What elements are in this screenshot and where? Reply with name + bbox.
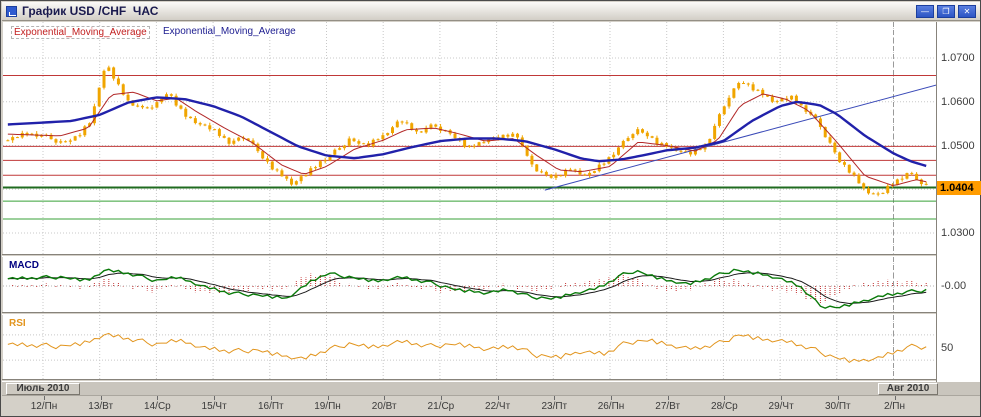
current-price-badge: 1.0404 [937, 181, 981, 195]
date-axis-tick [157, 396, 158, 400]
price-axis-label: 1.0500 [941, 140, 975, 152]
date-axis-tick [328, 396, 329, 400]
month-strip: Июль 2010 Авг 2010 [2, 382, 980, 396]
date-axis-tick [554, 396, 555, 400]
restore-button[interactable]: ❐ [937, 5, 955, 18]
date-axis-tick [384, 396, 385, 400]
date-axis-tick [838, 396, 839, 400]
date-axis-label: 21/Ср [417, 401, 465, 412]
date-axis-tick [781, 396, 782, 400]
date-axis-label: 20/Вт [360, 401, 408, 412]
indicator-label-ema-red: Exponential_Moving_Average [11, 26, 150, 39]
date-axis-tick [441, 396, 442, 400]
date-axis-label: 30/Пт [814, 401, 862, 412]
date-axis-label: 15/Чт [190, 401, 238, 412]
date-axis-tick [101, 396, 102, 400]
date-axis[interactable]: 12/Пн 13/Вт 14/Ср 15/Чт 16/Пт 19/Пн 20/Вт 21/Ср… [2, 396, 980, 416]
close-button[interactable]: ✕ [958, 5, 976, 18]
date-axis-tick [895, 396, 896, 400]
date-axis-label: 27/Вт [644, 401, 692, 412]
date-axis-label: 28/Ср [700, 401, 748, 412]
price-axis-label: 1.0600 [941, 96, 975, 108]
date-axis-label: 14/Ср [133, 401, 181, 412]
rsi-panel-label: RSI [9, 318, 26, 329]
date-axis-tick [611, 396, 612, 400]
date-axis-label: 29/Чт [757, 401, 805, 412]
date-axis-tick [214, 396, 215, 400]
rsi-axis-value: 50 [941, 342, 953, 354]
date-axis-label: 12/Пн [20, 401, 68, 412]
window-controls: —❐✕ [916, 5, 976, 18]
date-axis-label: 13/Вт [77, 401, 125, 412]
date-axis-tick [44, 396, 45, 400]
date-axis-tick [271, 396, 272, 400]
month-marker-august: Авг 2010 [878, 383, 938, 395]
date-axis-tick [498, 396, 499, 400]
date-axis-label: 16/Пт [247, 401, 295, 412]
title-bar[interactable]: График USD /CHF ЧАС —❐✕ [2, 2, 980, 21]
macd-axis-value: -0.00 [941, 280, 966, 292]
date-axis-label: 2/Пн [871, 401, 919, 412]
price-axis[interactable]: 1.0404 -0.00 50 1.0700 1.0600 1.0500 1.0300 [936, 22, 980, 382]
month-marker-july: Июль 2010 [6, 383, 80, 395]
price-chart-canvas[interactable] [3, 22, 936, 254]
chart-window-icon [6, 6, 17, 17]
rsi-panel-canvas[interactable] [3, 315, 936, 379]
macd-panel-canvas[interactable] [3, 257, 936, 312]
price-axis-label: 1.0700 [941, 52, 975, 64]
chart-window: График USD /CHF ЧАС —❐✕ Exponential_Movi… [0, 0, 981, 417]
date-axis-label: 19/Пн [304, 401, 352, 412]
date-axis-tick [668, 396, 669, 400]
date-axis-label: 22/Чт [474, 401, 522, 412]
date-axis-tick [724, 396, 725, 400]
macd-panel-label: MACD [9, 260, 39, 271]
minimize-button[interactable]: — [916, 5, 934, 18]
date-axis-label: 23/Пт [530, 401, 578, 412]
price-axis-label: 1.0300 [941, 227, 975, 239]
date-axis-label: 26/Пн [587, 401, 635, 412]
window-title: График USD /CHF ЧАС [22, 4, 158, 18]
indicator-label-ema-blue: Exponential_Moving_Average [163, 26, 296, 37]
